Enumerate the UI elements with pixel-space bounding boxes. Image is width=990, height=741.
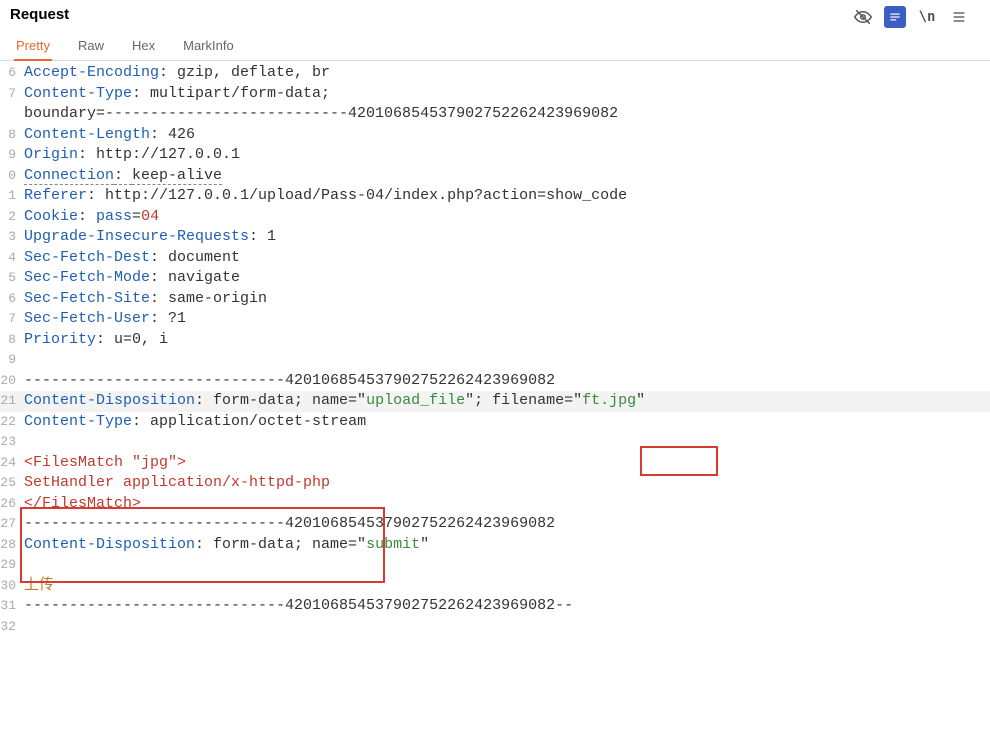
header-value: : u=0, i: [96, 331, 168, 348]
header-value: : same-origin: [150, 290, 267, 307]
header-value: : 426: [150, 126, 195, 143]
boundary-line: -----------------------------42010685453…: [24, 372, 555, 389]
line-num: 20: [0, 371, 20, 392]
line-num: [0, 104, 20, 125]
line-num: 24: [0, 453, 20, 474]
header-name: Content-Length: [24, 126, 150, 143]
newline-icon[interactable]: \n: [916, 6, 938, 28]
line-num: 29: [0, 555, 20, 576]
line-num: 9: [0, 350, 20, 371]
line-num: 1: [0, 186, 20, 207]
header-value: : 1: [249, 228, 276, 245]
header-name: Referer: [24, 187, 87, 204]
payload-line: 上传: [24, 577, 54, 594]
visibility-off-icon[interactable]: [852, 6, 874, 28]
line-num: 0: [0, 166, 20, 187]
header-name: Content-Type: [24, 85, 132, 102]
tab-pretty[interactable]: Pretty: [14, 34, 52, 61]
header-sep: :: [114, 167, 132, 185]
line-num: 6: [0, 289, 20, 310]
filename: ft.jpg: [582, 392, 636, 409]
payload-line: <FilesMatch "jpg">: [24, 454, 186, 471]
payload-line: SetHandler application/x-httpd-php: [24, 474, 330, 491]
line-num: 31: [0, 596, 20, 617]
header-value: keep-alive: [132, 167, 222, 185]
header-value: : application/octet-stream: [132, 413, 366, 430]
line-num: 5: [0, 268, 20, 289]
header-value: : document: [150, 249, 240, 266]
header-value: : http://127.0.0.1/upload/Pass-04/index.…: [87, 187, 627, 204]
header-name: Priority: [24, 331, 96, 348]
header-value: : navigate: [150, 269, 240, 286]
header-value: "; filename=": [465, 392, 582, 409]
tabs: Pretty Raw Hex MarkInfo: [0, 34, 990, 61]
cookie-eq: =: [132, 208, 141, 225]
header-value: ": [420, 536, 429, 553]
line-num: 30: [0, 576, 20, 597]
header-name: Sec-Fetch-Mode: [24, 269, 150, 286]
header-name: Sec-Fetch-User: [24, 310, 150, 327]
line-num: 8: [0, 125, 20, 146]
payload-line: </FilesMatch>: [24, 495, 141, 512]
header-name: Origin: [24, 146, 78, 163]
boundary-line: -----------------------------42010685453…: [24, 515, 555, 532]
boundary-end: -----------------------------42010685453…: [24, 597, 573, 614]
line-num: 6: [0, 63, 20, 84]
line-num: 23: [0, 432, 20, 453]
line-num: 7: [0, 84, 20, 105]
line-num: 26: [0, 494, 20, 515]
tab-markinfo[interactable]: MarkInfo: [181, 34, 236, 60]
field-name: upload_file: [366, 392, 465, 409]
line-num: 7: [0, 309, 20, 330]
header-value: : multipart/form-data;: [132, 85, 330, 102]
header-value: : ?1: [150, 310, 186, 327]
tab-hex[interactable]: Hex: [130, 34, 157, 60]
line-num: 21: [0, 391, 20, 412]
tab-raw[interactable]: Raw: [76, 34, 106, 60]
header-name: Content-Disposition: [24, 536, 195, 553]
field-name: submit: [366, 536, 420, 553]
cookie-key: pass: [96, 208, 132, 225]
header-value: : form-data; name=": [195, 392, 366, 409]
menu-icon[interactable]: [948, 6, 970, 28]
line-num: 2: [0, 207, 20, 228]
header-name: Cookie: [24, 208, 78, 225]
line-num: 22: [0, 412, 20, 433]
header-name: Sec-Fetch-Dest: [24, 249, 150, 266]
line-num: 4: [0, 248, 20, 269]
line-num: 32: [0, 617, 20, 638]
header-value: : http://127.0.0.1: [78, 146, 240, 163]
line-num: 8: [0, 330, 20, 351]
line-num: 3: [0, 227, 20, 248]
cookie-value: 04: [141, 208, 159, 225]
message-icon[interactable]: [884, 6, 906, 28]
line-num: 25: [0, 473, 20, 494]
header-name: Upgrade-Insecure-Requests: [24, 228, 249, 245]
header: Request \n: [0, 0, 990, 30]
toolbar-right: \n: [852, 6, 980, 28]
panel-title: Request: [10, 6, 69, 23]
header-name: Content-Disposition: [24, 392, 195, 409]
boundary-line: boundary=---------------------------4201…: [24, 105, 618, 122]
header-value: : form-data; name=": [195, 536, 366, 553]
header-name: Content-Type: [24, 413, 132, 430]
code-area[interactable]: 6Accept-Encoding: gzip, deflate, br 7Con…: [0, 61, 990, 637]
header-sep: :: [78, 208, 96, 225]
header-value: ": [636, 392, 645, 409]
header-value: : gzip, deflate, br: [159, 64, 330, 81]
header-name: Connection: [24, 167, 114, 185]
line-num: 28: [0, 535, 20, 556]
line-num: 27: [0, 514, 20, 535]
header-name: Accept-Encoding: [24, 64, 159, 81]
header-name: Sec-Fetch-Site: [24, 290, 150, 307]
line-num: 9: [0, 145, 20, 166]
